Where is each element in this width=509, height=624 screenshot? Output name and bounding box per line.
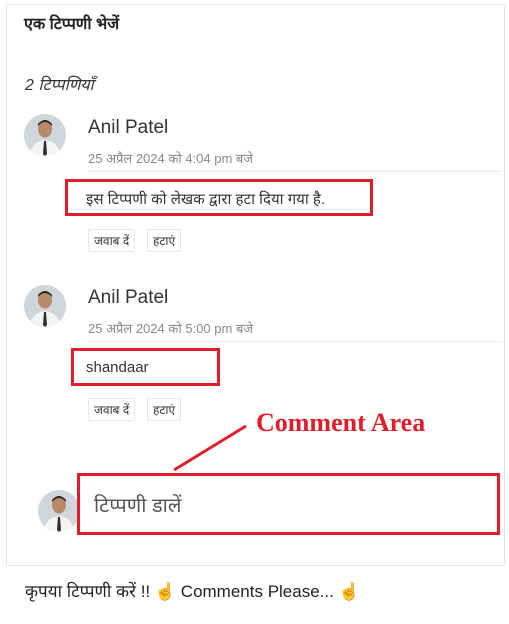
comment-input-box <box>77 473 500 535</box>
footer-text: कृपया टिप्पणी करें !! ☝ Comments Please.… <box>25 579 360 602</box>
pointing-hand-icon: ☝ <box>338 582 360 601</box>
pointing-hand-icon: ☝ <box>154 582 177 601</box>
avatar <box>38 490 80 532</box>
footer-hindi-text: कृपया टिप्पणी करें !! <box>25 582 155 601</box>
user-avatar-icon <box>38 490 80 532</box>
comment-input[interactable] <box>92 486 486 526</box>
footer-english-text: Comments Please... <box>176 582 339 601</box>
